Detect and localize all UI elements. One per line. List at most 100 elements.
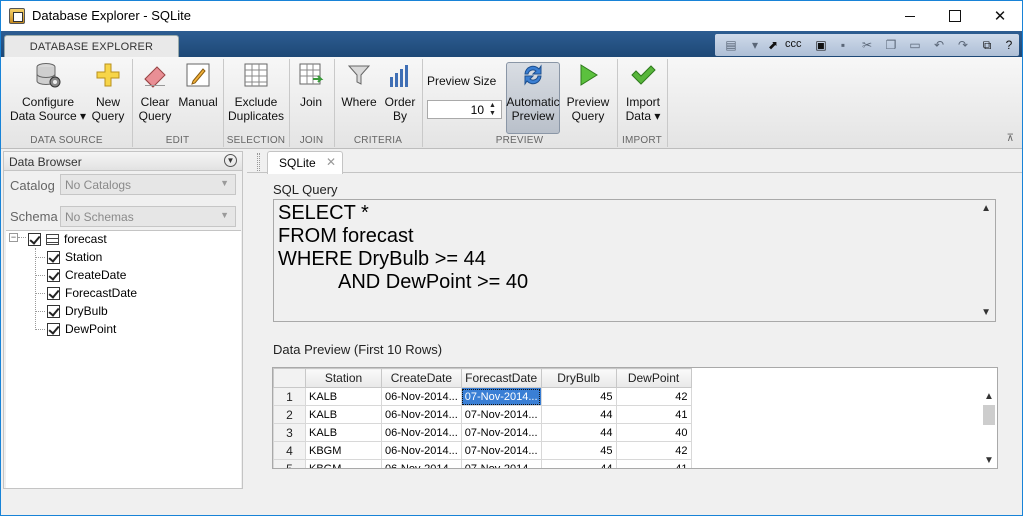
preview-size-spinner[interactable]: 10 ▲ ▼ — [427, 100, 502, 119]
grid-scroll-down-icon[interactable]: ▼ — [984, 455, 1018, 466]
order-by-button[interactable]: Order By — [383, 61, 417, 123]
checkbox[interactable] — [47, 322, 60, 336]
save-icon[interactable]: ▪ — [835, 37, 851, 53]
table-cell-selected[interactable]: 07-Nov-2014... — [460, 387, 542, 406]
tree-item-column[interactable]: ForecastDate — [47, 284, 137, 302]
grid-scroll-up-icon[interactable]: ▲ — [984, 391, 1018, 402]
table-cell[interactable]: 06-Nov-2014... — [381, 387, 462, 406]
clear-query-button[interactable]: Clear Query — [137, 61, 173, 123]
row-number: 4 — [273, 441, 306, 460]
paste-icon[interactable]: ▭ — [907, 37, 923, 53]
column-header[interactable]: DryBulb — [540, 368, 617, 388]
checkbox[interactable] — [47, 268, 60, 282]
redo-icon[interactable]: ↷ — [955, 37, 971, 53]
column-header[interactable]: Station — [305, 368, 382, 388]
table-cell[interactable]: 06-Nov-2014... — [381, 441, 462, 460]
checkbox[interactable] — [47, 286, 60, 300]
grid-scrollbar-thumb[interactable] — [983, 405, 995, 425]
configure-data-source-button[interactable]: Configure Data Source ▾ — [9, 61, 87, 123]
tree-item-column[interactable]: Station — [47, 248, 102, 266]
where-button[interactable]: Where — [339, 61, 379, 109]
checkbox[interactable] — [47, 250, 60, 264]
table-cell[interactable]: 42 — [615, 387, 692, 406]
manual-button[interactable]: Manual — [177, 61, 219, 109]
table-cell[interactable]: KBGM — [305, 459, 382, 468]
schema-select[interactable]: No Schemas ▼ — [60, 206, 236, 227]
minimize-button[interactable] — [887, 1, 933, 31]
tree-item-column[interactable]: CreateDate — [47, 266, 126, 284]
table-cell[interactable]: 07-Nov-2014... — [460, 423, 542, 442]
new-label-2: Query — [91, 109, 125, 123]
chevron-down-icon: ▼ — [220, 178, 229, 188]
new-query-button[interactable]: New Query — [89, 61, 127, 123]
table-row[interactable]: 3 KALB 06-Nov-2014... 07-Nov-2014... 44 … — [273, 423, 692, 442]
table-cell[interactable]: KALB — [305, 405, 382, 424]
drag-handle-icon[interactable] — [257, 153, 260, 171]
table-cell[interactable]: 44 — [540, 459, 617, 468]
table-cell[interactable]: KALB — [305, 387, 382, 406]
table-cell[interactable]: 45 — [540, 387, 617, 406]
table-cell[interactable]: 45 — [540, 441, 617, 460]
table-cell[interactable]: 06-Nov-2014... — [381, 405, 462, 424]
sql-text[interactable]: SELECT * FROM forecast WHERE DryBulb >= 44… — [278, 202, 528, 294]
tree-connector — [35, 257, 45, 258]
table-cell[interactable]: 06-Nov-2014... — [381, 423, 462, 442]
tree-item-column[interactable]: DryBulb — [47, 302, 108, 320]
data-browser-panel: Data Browser ▼ Catalog No Catalogs ▼ Sch… — [3, 151, 243, 489]
spinner-arrows-icon[interactable]: ▲ ▼ — [489, 102, 499, 118]
exclude-duplicates-button[interactable]: Exclude Duplicates — [227, 61, 285, 123]
table-cell[interactable]: 07-Nov-2014... — [460, 405, 542, 424]
layout-icon[interactable]: ▤ — [723, 37, 739, 53]
sql-query-editor[interactable]: SELECT * FROM forecast WHERE DryBulb >= 44… — [273, 199, 996, 322]
table-cell[interactable]: 44 — [540, 405, 617, 424]
table-cell[interactable]: 42 — [615, 441, 692, 460]
table-row[interactable]: 2 KALB 06-Nov-2014... 07-Nov-2014... 44 … — [273, 405, 692, 424]
switch-windows-icon[interactable]: ⧉ — [979, 37, 995, 53]
window-title: Database Explorer - SQLite — [32, 8, 191, 23]
table-cell[interactable]: 07-Nov-2014... — [460, 441, 542, 460]
scroll-down-icon[interactable]: ▼ — [981, 307, 991, 318]
table-cell[interactable]: 44 — [540, 423, 617, 442]
table-row[interactable]: 4 KBGM 06-Nov-2014... 07-Nov-2014... 45 … — [273, 441, 692, 460]
close-button[interactable]: ✕ — [977, 1, 1023, 31]
table-cell[interactable]: 07-Nov-2014... — [460, 459, 542, 468]
column-header[interactable]: ForecastDate — [460, 368, 542, 388]
column-header[interactable]: DewPoint — [615, 368, 692, 388]
catalog-select[interactable]: No Catalogs ▼ — [60, 174, 236, 195]
tab-database-explorer[interactable]: DATABASE EXPLORER — [4, 35, 179, 58]
automatic-preview-button[interactable]: Automatic Preview — [506, 61, 560, 123]
collapse-ribbon-icon[interactable]: ⊼ — [1007, 133, 1014, 144]
undo-icon[interactable]: ↶ — [931, 37, 947, 53]
panel-menu-icon[interactable]: ▼ — [224, 154, 237, 167]
tree-item-forecast[interactable]: forecast — [28, 230, 107, 248]
data-browser-title: Data Browser — [9, 155, 82, 169]
checkbox[interactable] — [28, 232, 41, 246]
column-header[interactable]: CreateDate — [381, 368, 462, 388]
table-cell[interactable]: 06-Nov-2014... — [381, 459, 462, 468]
table-cell[interactable]: 41 — [615, 405, 692, 424]
chevron-down-icon[interactable]: ▾ — [747, 37, 763, 53]
preview-query-button[interactable]: Preview Query — [565, 61, 611, 123]
copy-icon[interactable]: ❐ — [883, 37, 899, 53]
cut-icon[interactable]: ✂ — [859, 37, 875, 53]
import-data-button[interactable]: Import Data ▾ — [621, 61, 665, 123]
tab-sqlite[interactable]: SQLite ✕ — [267, 151, 343, 174]
table-row[interactable]: 1 KALB 06-Nov-2014... 07-Nov-2014... 45 … — [273, 387, 692, 406]
table-row[interactable]: 5 KBGM 06-Nov-2014... 07-Nov-2014... 44 … — [273, 459, 692, 468]
help-icon[interactable]: ? — [1001, 37, 1017, 53]
collapse-tree-icon[interactable]: − — [9, 233, 18, 242]
new-file-icon[interactable]: ▣ — [813, 37, 829, 53]
join-table-icon — [297, 61, 325, 89]
checkbox[interactable] — [47, 304, 60, 318]
preview-size-value[interactable]: 10 — [471, 103, 484, 117]
scroll-up-icon[interactable]: ▲ — [981, 203, 991, 214]
tree-item-column[interactable]: DewPoint — [47, 320, 116, 338]
join-button[interactable]: Join — [295, 61, 327, 109]
table-cell[interactable]: KALB — [305, 423, 382, 442]
maximize-button[interactable] — [932, 1, 978, 31]
table-cell[interactable]: KBGM — [305, 441, 382, 460]
table-cell[interactable]: 41 — [615, 459, 692, 468]
share-icon[interactable]: ⬈ — [765, 37, 781, 53]
close-tab-icon[interactable]: ✕ — [326, 155, 336, 169]
table-cell[interactable]: 40 — [615, 423, 692, 442]
